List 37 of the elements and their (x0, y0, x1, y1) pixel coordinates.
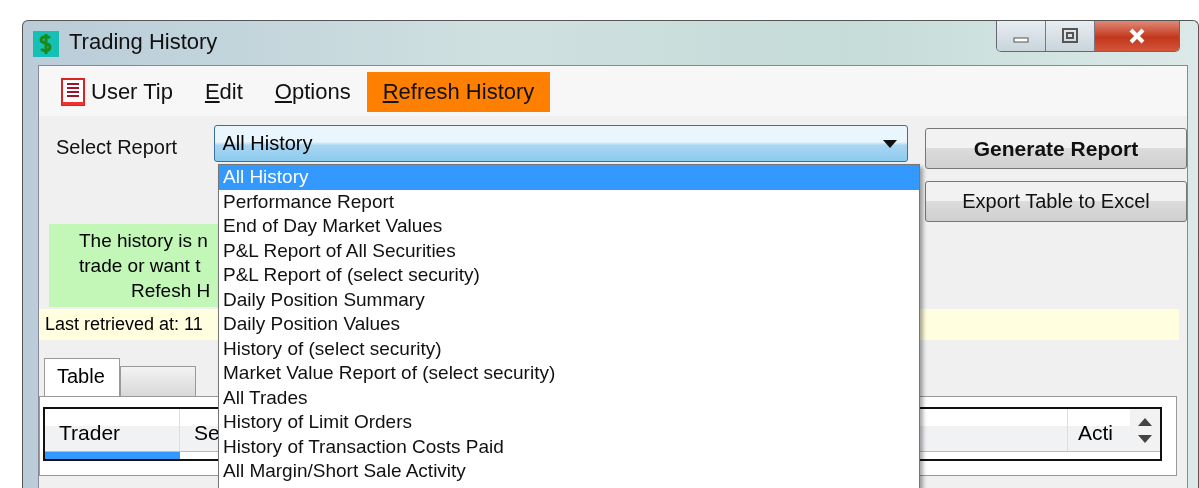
dropdown-option[interactable]: All Margin/Short Sale Activity (219, 459, 919, 484)
dropdown-option[interactable]: History of Transaction Costs Paid (219, 434, 919, 459)
dropdown-option[interactable]: Daily Position Summary (219, 287, 919, 312)
dropdown-option[interactable]: Market Value Report of (select security) (219, 361, 919, 386)
window-title: Trading History (69, 29, 218, 55)
tab[interactable]: Table (44, 358, 120, 396)
dropdown-option[interactable]: P&L Report of All Securities (219, 238, 919, 263)
field-label: Select Report (56, 136, 179, 159)
menu-item[interactable]: Options (258, 72, 367, 112)
note-text: The history is n (78, 229, 209, 253)
dollar-icon (33, 31, 59, 57)
dropdown-option[interactable]: All Trades (219, 385, 919, 410)
menu-item[interactable]: Edit (188, 72, 259, 112)
minimize-button[interactable] (997, 21, 1046, 51)
column-header[interactable]: Acti (1068, 409, 1130, 451)
scroll-up-icon[interactable] (1138, 417, 1152, 426)
close-icon (1127, 28, 1147, 44)
dropdown-option[interactable]: P&L Report of (select security) (219, 263, 919, 288)
menu-item[interactable]: Refresh History (366, 72, 551, 112)
close-button[interactable] (1095, 21, 1179, 51)
note-text: Refesh H (130, 279, 212, 303)
maximize-button[interactable] (1046, 21, 1095, 51)
scroll-down-icon[interactable] (1138, 434, 1152, 443)
dropdown-option[interactable]: Daily Position Values (219, 312, 919, 337)
report-dropdown[interactable]: All History (214, 125, 908, 162)
maximize-icon (1060, 28, 1080, 44)
column-header[interactable]: Trader (45, 409, 180, 451)
dropdown-option[interactable]: Performance Report (219, 189, 919, 214)
action-button[interactable]: Export Table to Excel (925, 181, 1187, 222)
note-text: trade or want t (78, 254, 202, 278)
dropdown-option[interactable]: End of Day Market Values (219, 214, 919, 239)
action-button[interactable]: Generate Report (925, 128, 1187, 169)
menu-item[interactable]: User Tip (45, 72, 189, 112)
dropdown-arrow-icon (883, 139, 897, 148)
dropdown-option[interactable]: History of Limit Orders (219, 410, 919, 435)
minimize-icon (1013, 37, 1029, 43)
tab[interactable] (120, 366, 196, 396)
